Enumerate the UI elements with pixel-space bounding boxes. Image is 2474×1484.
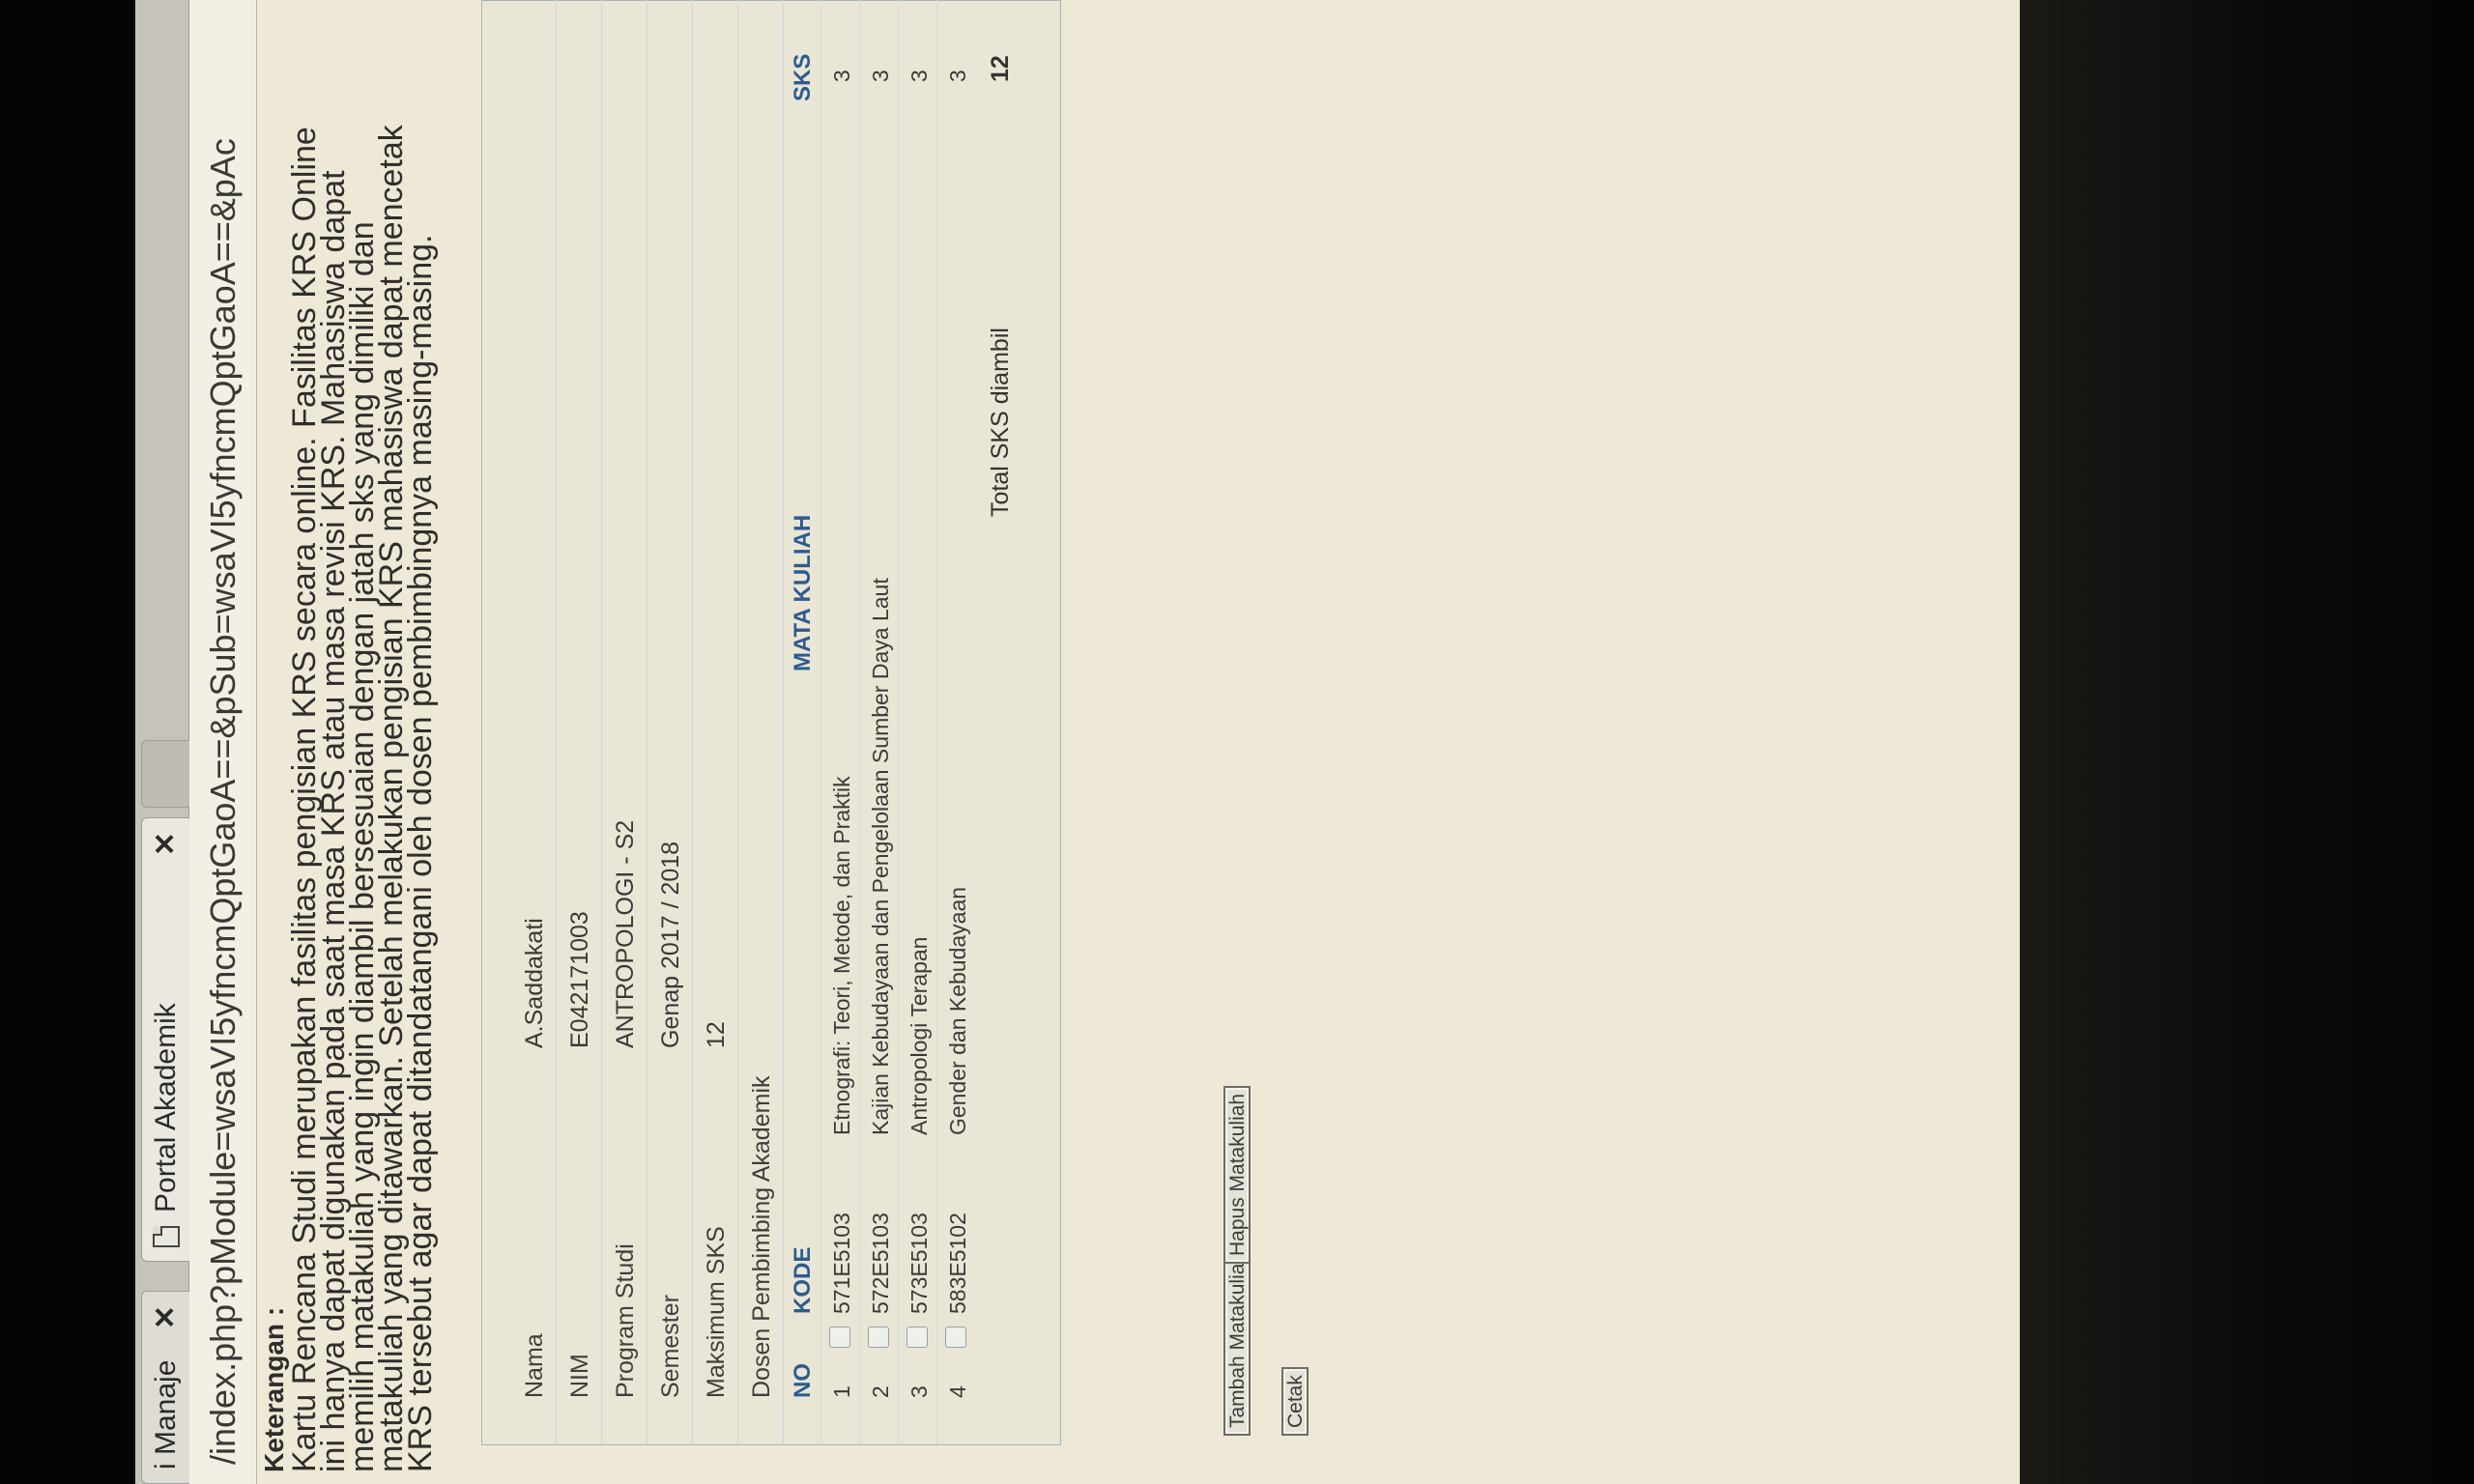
monitor-bezel xyxy=(2020,0,2474,1484)
dosen-label: Dosen Pembimbing Akademik xyxy=(748,1075,775,1399)
header-no: NO xyxy=(790,1363,816,1398)
row-mata-kuliah: Kajian Kebudayaan dan Pengelolaan Sumber… xyxy=(868,578,893,1135)
row-no: 3 xyxy=(906,1385,932,1398)
page-content: Keterangan : Kartu Rencana Studi merupak… xyxy=(257,0,2020,1484)
header-kode: KODE xyxy=(790,1246,816,1314)
tab-label: Portal Akademik xyxy=(149,1003,182,1213)
row-sks: 3 xyxy=(906,70,932,82)
total-sks-value: 12 xyxy=(987,55,1014,82)
table-row: 4 583E5102 Gender dan Kebudayaan 3 xyxy=(936,0,975,1444)
header-sks: SKS xyxy=(790,53,816,101)
row-no: 2 xyxy=(868,1385,893,1398)
semester-value: Genap 2017 / 2018 xyxy=(657,841,684,1048)
prodi-label: Program Studi xyxy=(612,1243,639,1398)
table-header: NO KODE MATA KULIAH SKS xyxy=(782,0,820,1444)
info-row-nim: NIM E042171003 xyxy=(557,0,602,1444)
course-checkbox[interactable] xyxy=(945,1327,966,1348)
tab-manajemen[interactable]: i Manaje ✕ xyxy=(141,1291,189,1484)
close-icon[interactable]: ✕ xyxy=(149,1305,183,1329)
tab-label: i Manaje xyxy=(149,1359,182,1470)
total-row: Total SKS diambil 12 xyxy=(975,0,1023,1444)
maks-sks-value: 12 xyxy=(703,1021,730,1048)
info-row-prodi: Program Studi ANTROPOLOGI - S2 xyxy=(602,0,647,1444)
tab-portal-akademik[interactable]: Portal Akademik ✕ xyxy=(141,817,189,1262)
row-kode: 583E5102 xyxy=(945,1213,970,1314)
row-kode: 573E5103 xyxy=(906,1213,932,1314)
table-row: 3 573E5103 Antropologi Terapan 3 xyxy=(898,0,936,1444)
info-row-dosen: Dosen Pembimbing Akademik xyxy=(738,0,784,1444)
row-mata-kuliah: Gender dan Kebudayaan xyxy=(945,886,970,1135)
screen-edge xyxy=(0,0,135,1484)
hapus-matakuliah-button[interactable]: Hapus Matakuliah xyxy=(1223,1085,1251,1264)
monitor-screen: i Manaje ✕ Portal Akademik ✕ /index.php?… xyxy=(0,0,2020,1484)
nim-value: E042171003 xyxy=(566,911,593,1048)
course-checkbox[interactable] xyxy=(906,1327,928,1348)
semester-label: Semester xyxy=(657,1295,684,1398)
krs-panel: Nama A.Saddakati NIM E042171003 Program … xyxy=(481,0,1061,1445)
address-bar[interactable]: /index.php?pModule=wsaVI5yfncmQptGaoA==&… xyxy=(189,0,257,1484)
row-mata-kuliah: Etnografi: Teori, Metode, dan Praktik xyxy=(829,776,854,1135)
url-text[interactable]: /index.php?pModule=wsaVI5yfncmQptGaoA==&… xyxy=(203,138,244,1465)
course-checkbox[interactable] xyxy=(868,1327,889,1348)
row-sks: 3 xyxy=(829,70,854,82)
nama-value: A.Saddakati xyxy=(521,918,548,1048)
total-sks-label: Total SKS diambil xyxy=(987,328,1014,517)
header-mata-kuliah: MATA KULIAH xyxy=(790,514,816,671)
close-icon[interactable]: ✕ xyxy=(149,832,183,856)
info-row-semester: Semester Genap 2017 / 2018 xyxy=(647,0,693,1444)
table-row: 1 571E5103 Etnografi: Teori, Metode, dan… xyxy=(820,0,859,1444)
prodi-value: ANTROPOLOGI - S2 xyxy=(612,819,639,1048)
browser-window: i Manaje ✕ Portal Akademik ✕ /index.php?… xyxy=(135,0,2020,1484)
row-mata-kuliah: Antropologi Terapan xyxy=(906,936,932,1135)
info-row-maks: Maksimum SKS 12 xyxy=(693,0,738,1444)
new-tab-button[interactable] xyxy=(141,740,189,808)
row-kode: 571E5103 xyxy=(829,1213,854,1314)
page-icon xyxy=(152,1226,180,1247)
nim-label: NIM xyxy=(566,1354,593,1398)
course-checkbox[interactable] xyxy=(829,1327,850,1348)
row-no: 4 xyxy=(945,1385,970,1398)
row-no: 1 xyxy=(829,1385,854,1398)
row-sks: 3 xyxy=(945,70,970,82)
info-row-nama: Nama A.Saddakati xyxy=(511,0,557,1444)
tab-bar: i Manaje ✕ Portal Akademik ✕ xyxy=(135,0,189,1484)
nama-label: Nama xyxy=(521,1333,548,1398)
table-row: 2 572E5103 Kajian Kebudayaan dan Pengelo… xyxy=(859,0,898,1444)
row-sks: 3 xyxy=(868,70,893,82)
row-kode: 572E5103 xyxy=(868,1213,893,1314)
maks-sks-label: Maksimum SKS xyxy=(703,1226,730,1398)
cetak-button[interactable]: Cetak xyxy=(1281,1367,1309,1436)
keterangan-text: Kartu Rencana Studi merupakan fasilitas … xyxy=(286,125,439,1472)
tambah-matakuliah-button[interactable]: Tambah Matakuliah xyxy=(1223,1243,1251,1436)
